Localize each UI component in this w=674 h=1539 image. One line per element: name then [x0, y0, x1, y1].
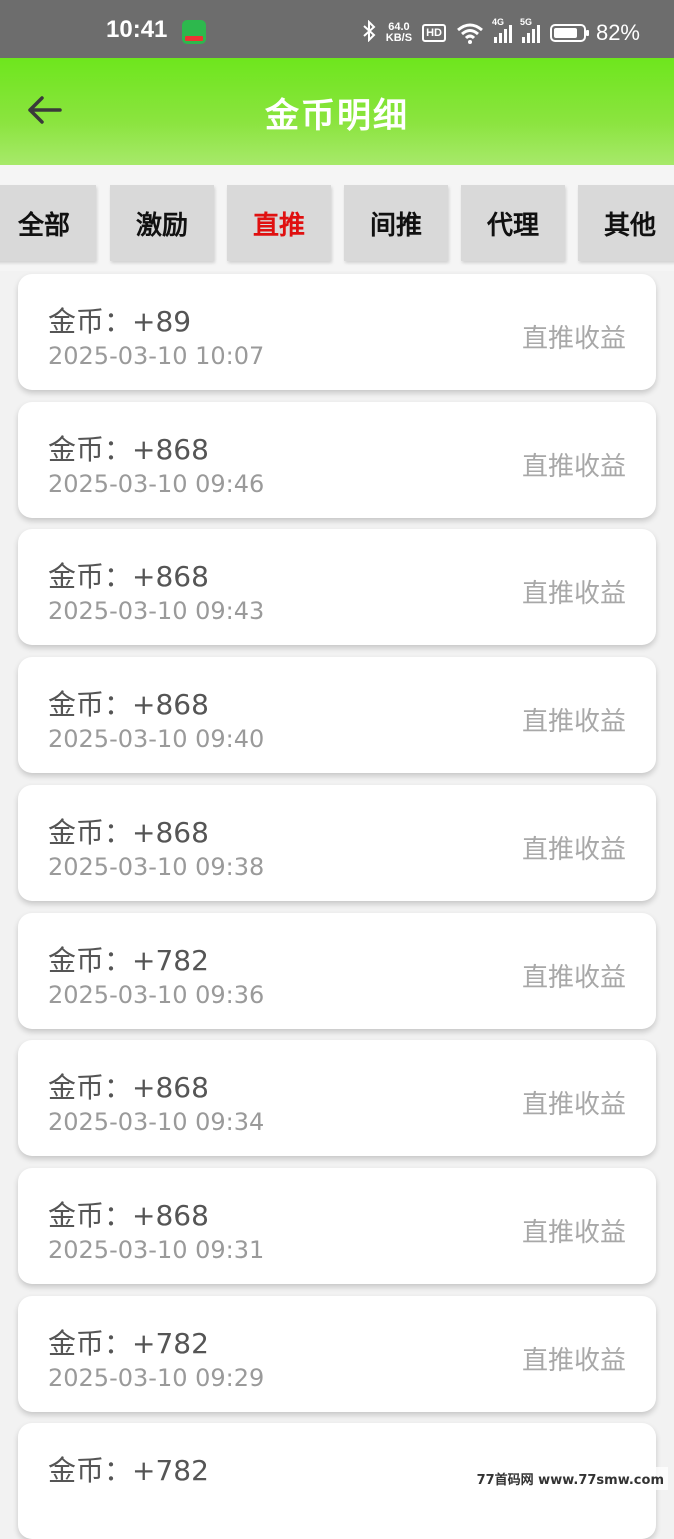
filter-tabs: 全部 激励 直推 间推 代理 其他	[0, 165, 674, 271]
app-notification-icon	[182, 20, 206, 44]
page-title: 金币明细	[265, 96, 409, 136]
coin-amount: 金币：+868	[48, 1199, 209, 1232]
hd-voice-icon: HD	[422, 24, 446, 42]
wifi-icon	[456, 22, 484, 44]
record-type: 直推收益	[521, 1218, 626, 1248]
coin-amount: 金币：+868	[48, 1071, 209, 1104]
coin-amount: 金币：+868	[48, 816, 209, 849]
network-speed: 64.0 KB/S	[386, 22, 412, 44]
record-date: 2025-03-10 09:43	[48, 597, 265, 625]
record-type: 直推收益	[521, 452, 626, 482]
list-item[interactable]: 金币：+868 2025-03-10 09:31 直推收益	[18, 1168, 656, 1284]
signal-4g-icon: 4G	[492, 17, 512, 43]
bluetooth-icon	[362, 19, 376, 46]
record-type: 直推收益	[521, 324, 626, 354]
list-item[interactable]: 金币：+868 2025-03-10 09:43 直推收益	[18, 529, 656, 645]
network-speed-unit: KB/S	[385, 32, 413, 44]
record-type: 直推收益	[521, 579, 626, 609]
coin-amount: 金币：+868	[48, 433, 209, 466]
record-date: 2025-03-10 09:38	[48, 853, 265, 881]
tab-1[interactable]: 激励	[110, 185, 214, 261]
battery-percent: 82%	[595, 20, 640, 45]
list-item[interactable]: 金币：+868 2025-03-10 09:38 直推收益	[18, 785, 656, 901]
signal-5g-label: 5G	[519, 17, 532, 27]
tab-2[interactable]: 直推	[227, 185, 331, 261]
list-item[interactable]: 金币：+868 2025-03-10 09:34 直推收益	[18, 1040, 656, 1156]
record-type: 直推收益	[521, 707, 626, 737]
coin-amount: 金币：+89	[48, 305, 192, 338]
status-icons: 64.0 KB/S HD 4G 5G 82%	[362, 17, 640, 48]
list-item[interactable]: 金币：+782 2025-03-10 09:36 直推收益	[18, 913, 656, 1029]
list-item[interactable]: 金币：+868 2025-03-10 09:40 直推收益	[18, 657, 656, 773]
list-item[interactable]: 金币：+868 2025-03-10 09:46 直推收益	[18, 402, 656, 518]
tab-0[interactable]: 全部	[0, 185, 96, 261]
signal-5g-icon: 5G	[520, 17, 540, 43]
tab-3[interactable]: 间推	[344, 185, 448, 261]
record-type: 直推收益	[521, 1346, 626, 1376]
tab-5[interactable]: 其他	[578, 185, 674, 261]
record-type: 直推收益	[521, 1090, 626, 1120]
battery-icon	[549, 24, 589, 42]
status-bar: 10:41 64.0 KB/S HD 4G 5G 82%	[0, 0, 674, 58]
coin-amount: 金币：+782	[48, 944, 209, 977]
record-type: 直推收益	[521, 835, 626, 865]
record-date: 2025-03-10 09:31	[48, 1236, 265, 1264]
record-date: 2025-03-10 09:46	[48, 470, 265, 498]
watermark: 77首码网 www.77smw.com	[472, 1467, 668, 1490]
record-type: 直推收益	[521, 963, 626, 993]
status-time: 10:41	[106, 16, 168, 43]
coin-amount: 金币：+782	[48, 1327, 209, 1360]
record-date: 2025-03-10 09:29	[48, 1364, 265, 1392]
app-header: 金币明细	[0, 58, 674, 165]
record-date: 2025-03-10 09:40	[48, 725, 265, 753]
signal-4g-label: 4G	[491, 17, 504, 27]
tab-4[interactable]: 代理	[461, 185, 565, 261]
record-date: 2025-03-10 09:34	[48, 1108, 265, 1136]
record-date: 2025-03-10 09:36	[48, 981, 265, 1009]
record-date: 2025-03-10 10:07	[48, 342, 265, 370]
coin-amount: 金币：+868	[48, 688, 209, 721]
coin-amount: 金币：+868	[48, 560, 209, 593]
coin-amount: 金币：+782	[48, 1454, 209, 1487]
battery-fill	[553, 28, 577, 38]
list-item[interactable]: 金币：+89 2025-03-10 10:07 直推收益	[18, 274, 656, 390]
list-item[interactable]: 金币：+782 2025-03-10 09:29 直推收益	[18, 1296, 656, 1412]
